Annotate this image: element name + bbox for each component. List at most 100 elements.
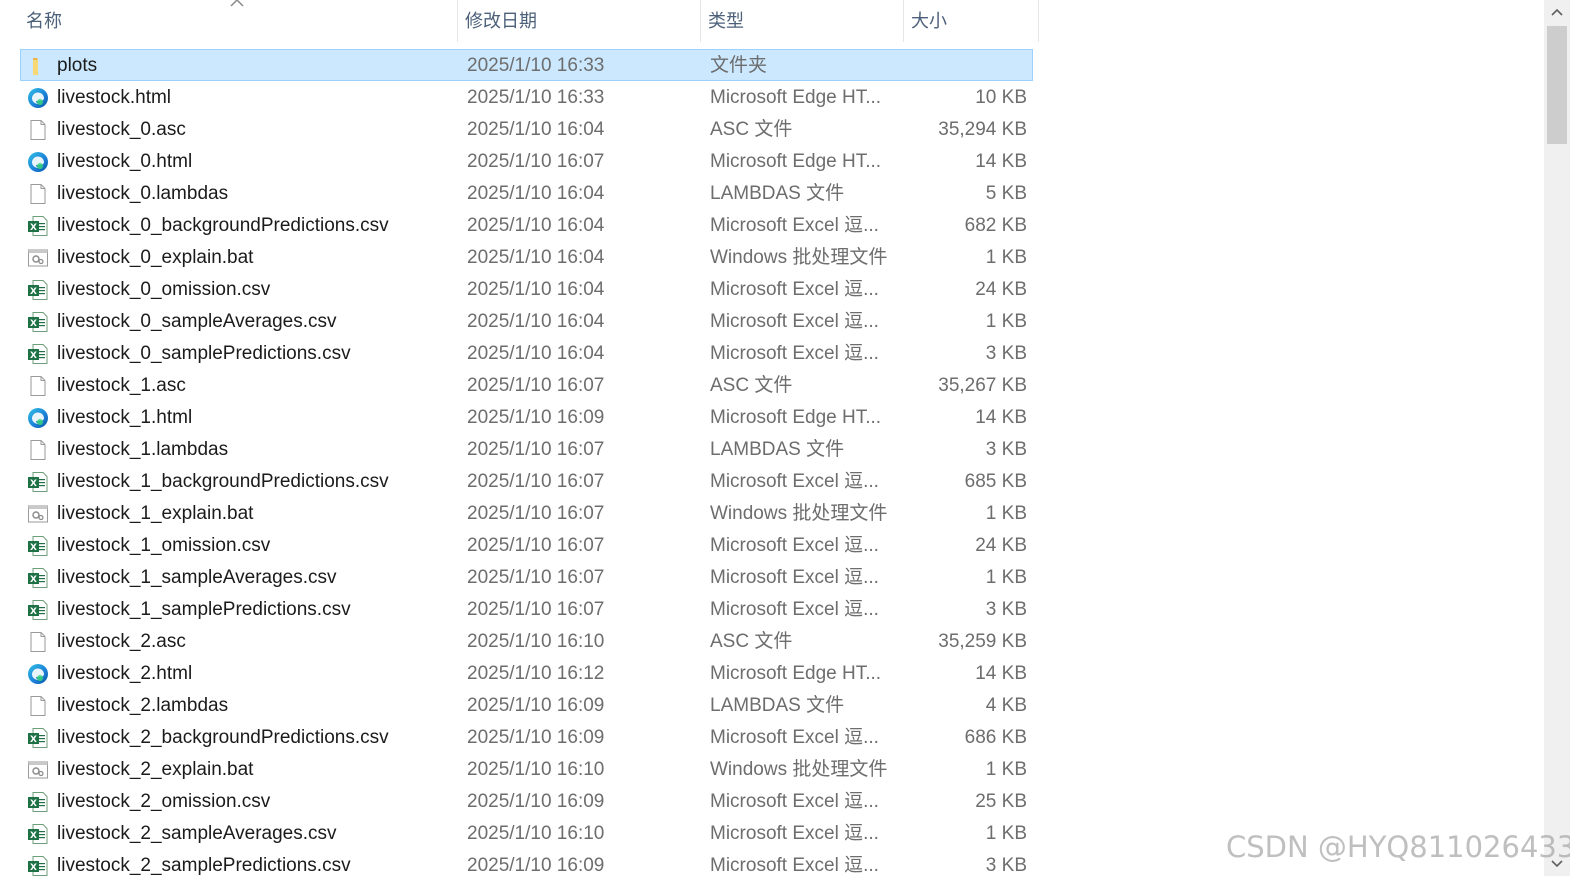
file-name: livestock_0.asc: [57, 119, 186, 140]
file-size: 1 KB: [985, 759, 1027, 780]
file-type: Microsoft Excel 逗...: [710, 311, 879, 332]
scrollbar-thumb[interactable]: [1547, 26, 1567, 144]
file-date: 2025/1/10 16:04: [467, 279, 605, 300]
file-row[interactable]: Xlivestock_1_sampleAverages.csv 2025/1/10…: [20, 561, 1033, 593]
file-type: Microsoft Excel 逗...: [710, 791, 879, 812]
file-row[interactable]: plots 2025/1/10 16:33 文件夹: [20, 49, 1033, 81]
batch-file-icon: [27, 503, 49, 525]
file-row[interactable]: livestock_2_explain.bat 2025/1/10 16:10 Wi…: [20, 753, 1033, 785]
file-size: 3 KB: [985, 439, 1027, 460]
svg-text:X: X: [30, 607, 37, 617]
file-type: Microsoft Edge HT...: [710, 663, 882, 684]
file-icon-cell: [27, 50, 49, 80]
svg-text:X: X: [30, 223, 37, 233]
file-name: livestock_2.html: [57, 663, 193, 684]
excel-icon: X: [27, 823, 49, 845]
file-icon-cell: X: [27, 306, 49, 336]
file-type: LAMBDAS 文件: [710, 439, 845, 460]
file-name: livestock_1.html: [57, 407, 193, 428]
file-icon-cell: X: [27, 786, 49, 816]
file-row[interactable]: livestock_1_explain.bat 2025/1/10 16:07 Wi…: [20, 497, 1033, 529]
file-icon-cell: [27, 626, 49, 656]
file-name: livestock_0_sampleAverages.csv: [57, 311, 337, 332]
file-name: livestock_2_explain.bat: [57, 759, 254, 780]
file-icon-cell: [27, 370, 49, 400]
file-explorer: 名称 修改日期 类型 大小 plots 2025/1/10 16:33 文件夹 liv…: [0, 0, 1570, 876]
column-header-size[interactable]: 大小: [905, 0, 1039, 42]
file-icon-cell: [27, 658, 49, 688]
file-row[interactable]: Xlivestock_1_samplePredictions.csv 2025/1…: [20, 593, 1033, 625]
file-date: 2025/1/10 16:10: [467, 823, 605, 844]
file-row[interactable]: livestock_2.asc 2025/1/10 16:10 ASC 文件 35,2…: [20, 625, 1033, 657]
file-row[interactable]: Xlivestock_2_omission.csv 2025/1/10 16:09…: [20, 785, 1033, 817]
file-date: 2025/1/10 16:04: [467, 119, 605, 140]
file-name: livestock_0.lambdas: [57, 183, 229, 204]
file-size: 1 KB: [985, 823, 1027, 844]
batch-file-icon: [27, 247, 49, 269]
file-size: [916, 50, 1027, 80]
file-row[interactable]: Xlivestock_0_backgroundPredictions.csv 20…: [20, 209, 1033, 241]
file-date: 2025/1/10 16:07: [467, 375, 605, 396]
file-row[interactable]: Xlivestock_2_sampleAverages.csv 2025/1/10…: [20, 817, 1033, 849]
file-row[interactable]: livestock.html 2025/1/10 16:33 Microsoft E…: [20, 81, 1033, 113]
file-icon-cell: [27, 402, 49, 432]
folder-icon: [27, 55, 49, 77]
file-row[interactable]: Xlivestock_0_sampleAverages.csv 2025/1/10…: [20, 305, 1033, 337]
file-row[interactable]: livestock_1.lambdas 2025/1/10 16:07 LAMBDA…: [20, 433, 1033, 465]
file-type: Microsoft Excel 逗...: [710, 279, 879, 300]
file-row[interactable]: Xlivestock_2_samplePredictions.csv 2025/1…: [20, 849, 1033, 876]
excel-icon: X: [27, 535, 49, 557]
column-header: 名称 修改日期 类型 大小: [0, 0, 1040, 42]
file-date: 2025/1/10 16:04: [467, 247, 605, 268]
file-date: 2025/1/10 16:33: [467, 87, 605, 108]
svg-text:X: X: [30, 831, 37, 841]
file-row[interactable]: livestock_0_explain.bat 2025/1/10 16:04 Wi…: [20, 241, 1033, 273]
file-name: livestock_0_samplePredictions.csv: [57, 343, 351, 364]
scroll-up-icon[interactable]: [1544, 0, 1570, 24]
file-icon-cell: X: [27, 530, 49, 560]
excel-icon: X: [27, 791, 49, 813]
vertical-scrollbar[interactable]: [1544, 0, 1570, 876]
file-type: ASC 文件: [710, 631, 793, 652]
file-name: livestock_1_samplePredictions.csv: [57, 599, 351, 620]
file-icon-cell: [27, 434, 49, 464]
file-name: livestock_0.html: [57, 151, 193, 172]
file-type: ASC 文件: [710, 375, 793, 396]
file-row[interactable]: Xlivestock_1_backgroundPredictions.csv 20…: [20, 465, 1033, 497]
column-header-date[interactable]: 修改日期: [459, 0, 701, 42]
file-icon-cell: [27, 498, 49, 528]
file-date: 2025/1/10 16:09: [467, 407, 605, 428]
file-size: 24 KB: [975, 279, 1027, 300]
file-size: 10 KB: [975, 87, 1027, 108]
column-header-type[interactable]: 类型: [702, 0, 904, 42]
file-row[interactable]: livestock_2.lambdas 2025/1/10 16:09 LAMBDA…: [20, 689, 1033, 721]
edge-icon: [27, 663, 49, 685]
file-icon-cell: X: [27, 818, 49, 848]
file-type: ASC 文件: [710, 119, 793, 140]
file-row[interactable]: livestock_1.asc 2025/1/10 16:07 ASC 文件 35,2…: [20, 369, 1033, 401]
file-row[interactable]: livestock_1.html 2025/1/10 16:09 Microsoft…: [20, 401, 1033, 433]
file-row[interactable]: Xlivestock_0_omission.csv 2025/1/10 16:04…: [20, 273, 1033, 305]
file-type: Windows 批处理文件: [710, 503, 888, 524]
file-date: 2025/1/10 16:07: [467, 567, 605, 588]
file-date: 2025/1/10 16:04: [467, 343, 605, 364]
file-row[interactable]: livestock_2.html 2025/1/10 16:12 Microsoft…: [20, 657, 1033, 689]
file-date: 2025/1/10 16:07: [467, 503, 605, 524]
file-name: livestock_1_explain.bat: [57, 503, 254, 524]
excel-icon: X: [27, 599, 49, 621]
file-row[interactable]: livestock_0.lambdas 2025/1/10 16:04 LAMBDA…: [20, 177, 1033, 209]
file-icon-cell: X: [27, 594, 49, 624]
file-row[interactable]: Xlivestock_1_omission.csv 2025/1/10 16:07…: [20, 529, 1033, 561]
file-row[interactable]: Xlivestock_2_backgroundPredictions.csv 20…: [20, 721, 1033, 753]
file-size: 1 KB: [985, 567, 1027, 588]
file-row[interactable]: Xlivestock_0_samplePredictions.csv 2025/1…: [20, 337, 1033, 369]
file-size: 3 KB: [985, 855, 1027, 876]
file-name: livestock_1.asc: [57, 375, 186, 396]
file-row[interactable]: livestock_0.html 2025/1/10 16:07 Microsoft…: [20, 145, 1033, 177]
file-row[interactable]: livestock_0.asc 2025/1/10 16:04 ASC 文件 35,2…: [20, 113, 1033, 145]
file-name: livestock_1_sampleAverages.csv: [57, 567, 337, 588]
file-name: livestock.html: [57, 87, 172, 108]
file-type: Microsoft Edge HT...: [710, 151, 882, 172]
blank-file-icon: [27, 119, 49, 141]
file-icon-cell: X: [27, 210, 49, 240]
